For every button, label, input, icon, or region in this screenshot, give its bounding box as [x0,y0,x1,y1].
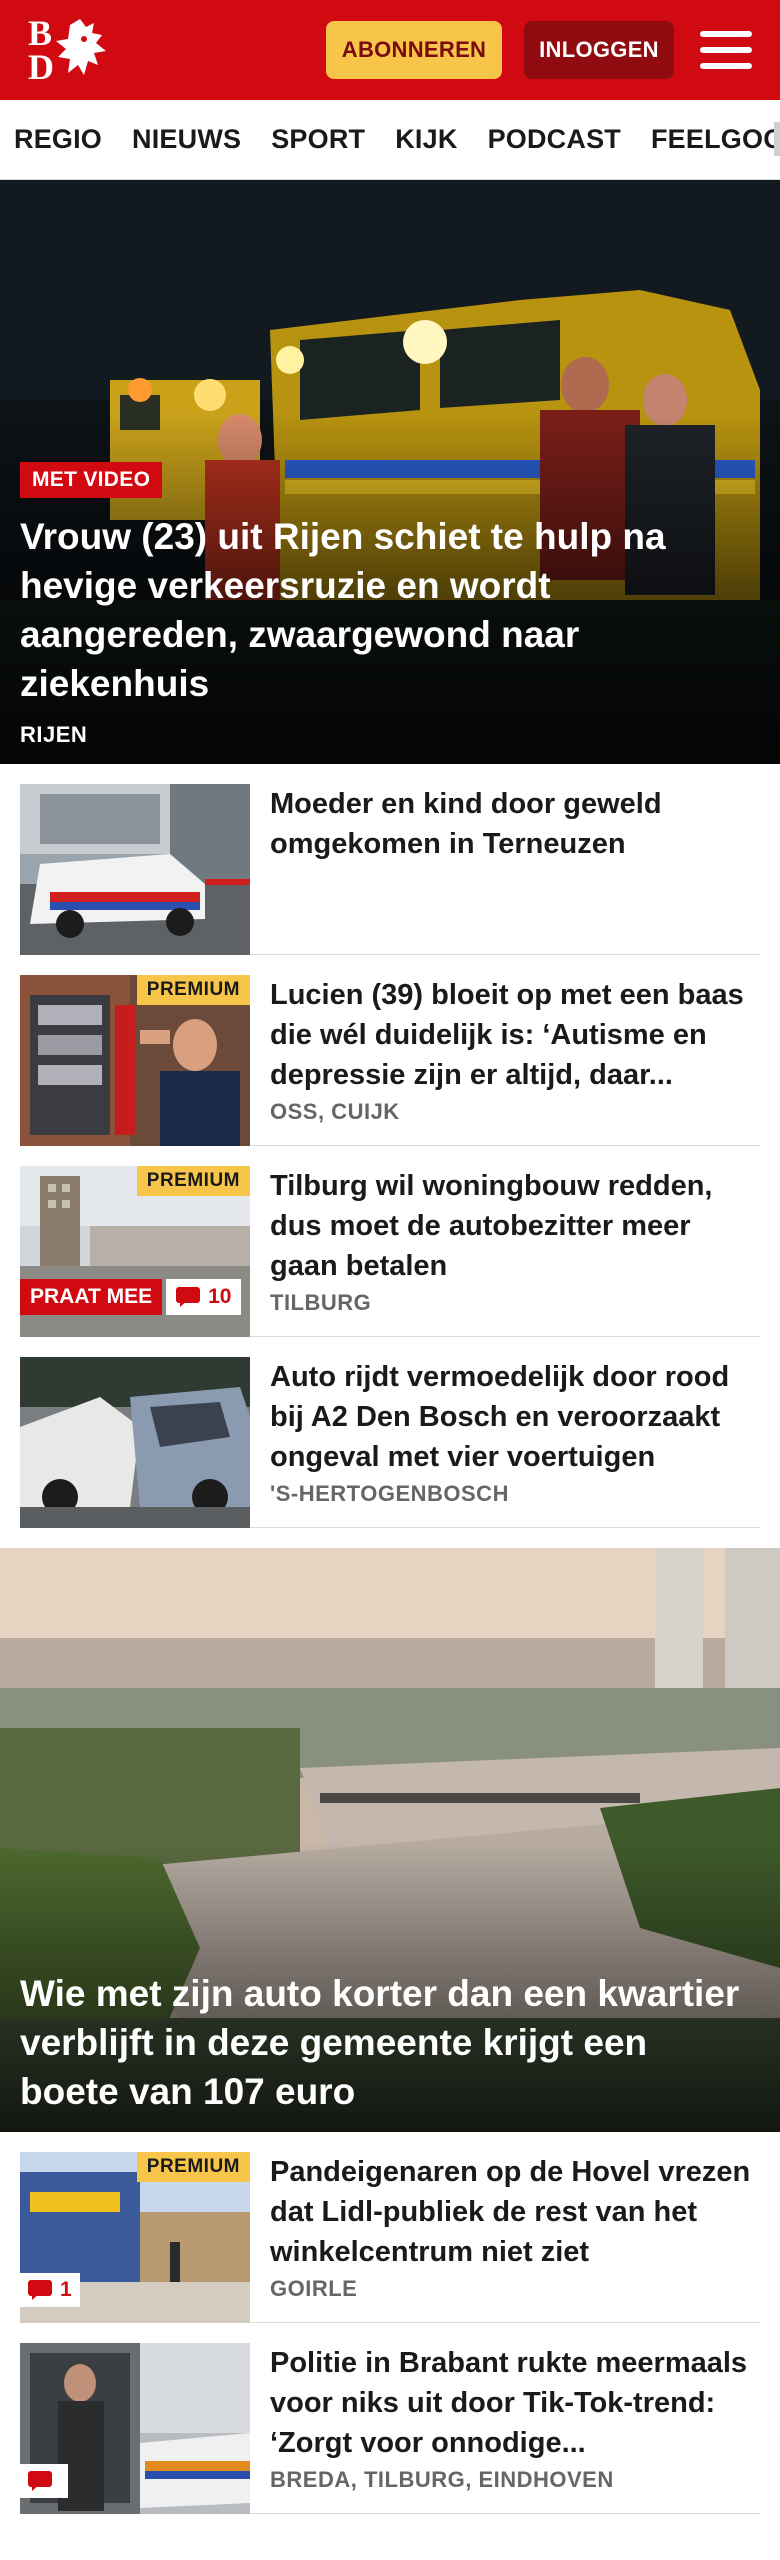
logo-letter-b: B [28,13,53,53]
list-item[interactable]: PREMIUM Lucien (39) bloeit op met een ba… [20,955,760,1146]
comment-icon [28,2280,52,2300]
article-thumbnail[interactable]: PREMIUM [20,975,250,1146]
nav-item-sport[interactable]: SPORT [271,124,365,155]
nav-item-podcast[interactable]: PODCAST [488,124,621,155]
article-thumbnail[interactable] [20,1357,250,1528]
article-list: Moeder en kind door geweld omgekomen in … [0,764,780,1528]
list-item[interactable]: PREMIUM 1 Pandeigenaren op de Hovel vrez… [20,2132,760,2323]
subscribe-button[interactable]: ABONNEREN [326,21,502,79]
nav-item-nieuws[interactable]: NIEUWS [132,124,241,155]
article-headline[interactable]: Pandeigenaren op de Hovel vrezen dat Lid… [270,2152,760,2272]
nav-overflow-indicator [774,122,780,156]
comment-icon [176,1287,201,1307]
list-item[interactable]: Auto rijdt vermoedelijk door rood bij A2… [20,1337,760,1528]
list-item[interactable]: PREMIUM PRAAT MEE 10 Tilburg wil woningb… [20,1146,760,1337]
praat-mee-label: PRAAT MEE [20,1279,163,1315]
hero-article-2[interactable]: Wie met zijn auto korter dan een kwartie… [0,1548,780,2132]
bd-logo[interactable]: B D [28,15,112,85]
article-thumbnail[interactable] [20,2343,250,2514]
premium-badge: PREMIUM [136,2152,250,2182]
article-location: TILBURG [270,1290,372,1315]
hamburger-icon[interactable] [700,28,752,72]
comment-count[interactable] [20,2464,68,2498]
article-location: GOIRLE [270,2276,358,2301]
nav-item-regio[interactable]: REGIO [14,124,102,155]
hero-headline[interactable]: Vrouw (23) uit Rijen schiet te hulp na h… [20,512,756,708]
hero-article[interactable]: MET VIDEO Vrouw (23) uit Rijen schiet te… [0,180,780,764]
premium-badge: PREMIUM [136,975,250,1005]
list-item[interactable]: Moeder en kind door geweld omgekomen in … [20,764,760,955]
nav-item-kijk[interactable]: KIJK [395,124,457,155]
article-headline[interactable]: Moeder en kind door geweld omgekomen in … [270,784,760,864]
main-nav: REGIO NIEUWS SPORT KIJK PODCAST FEELGOOD [0,100,780,180]
article-location: 'S-HERTOGENBOSCH [270,1481,509,1506]
comment-icon [28,2471,52,2491]
premium-badge: PREMIUM [136,1166,250,1196]
article-location: BREDA, TILBURG, EINDHOVEN [270,2467,614,2492]
article-thumbnail[interactable]: PREMIUM 1 [20,2152,250,2323]
comment-count: 10 [166,1279,242,1315]
hero-2-headline[interactable]: Wie met zijn auto korter dan een kwartie… [20,1969,756,2116]
nav-item-feelgood[interactable]: FEELGOOD [651,124,780,155]
lion-icon [56,19,106,75]
article-headline[interactable]: Auto rijdt vermoedelijk door rood bij A2… [270,1357,760,1477]
praat-mee-badge[interactable]: PRAAT MEE 10 [20,1279,242,1315]
login-button[interactable]: INLOGGEN [524,21,674,79]
list-item[interactable]: Politie in Brabant rukte meermaals voor … [20,2323,760,2514]
hero-location: RIJEN [20,722,88,747]
article-thumbnail[interactable] [20,784,250,955]
site-header: B D ABONNEREN INLOGGEN [0,0,780,100]
article-list-2: PREMIUM 1 Pandeigenaren op de Hovel vrez… [0,2132,780,2514]
article-thumbnail[interactable]: PREMIUM PRAAT MEE 10 [20,1166,250,1337]
article-headline[interactable]: Politie in Brabant rukte meermaals voor … [270,2343,760,2463]
comment-count[interactable]: 1 [20,2273,80,2307]
article-location: OSS, CUIJK [270,1099,400,1124]
article-headline[interactable]: Tilburg wil woningbouw redden, dus moet … [270,1166,760,1286]
video-badge: MET VIDEO [20,462,163,498]
article-headline[interactable]: Lucien (39) bloeit op met een baas die w… [270,975,760,1095]
